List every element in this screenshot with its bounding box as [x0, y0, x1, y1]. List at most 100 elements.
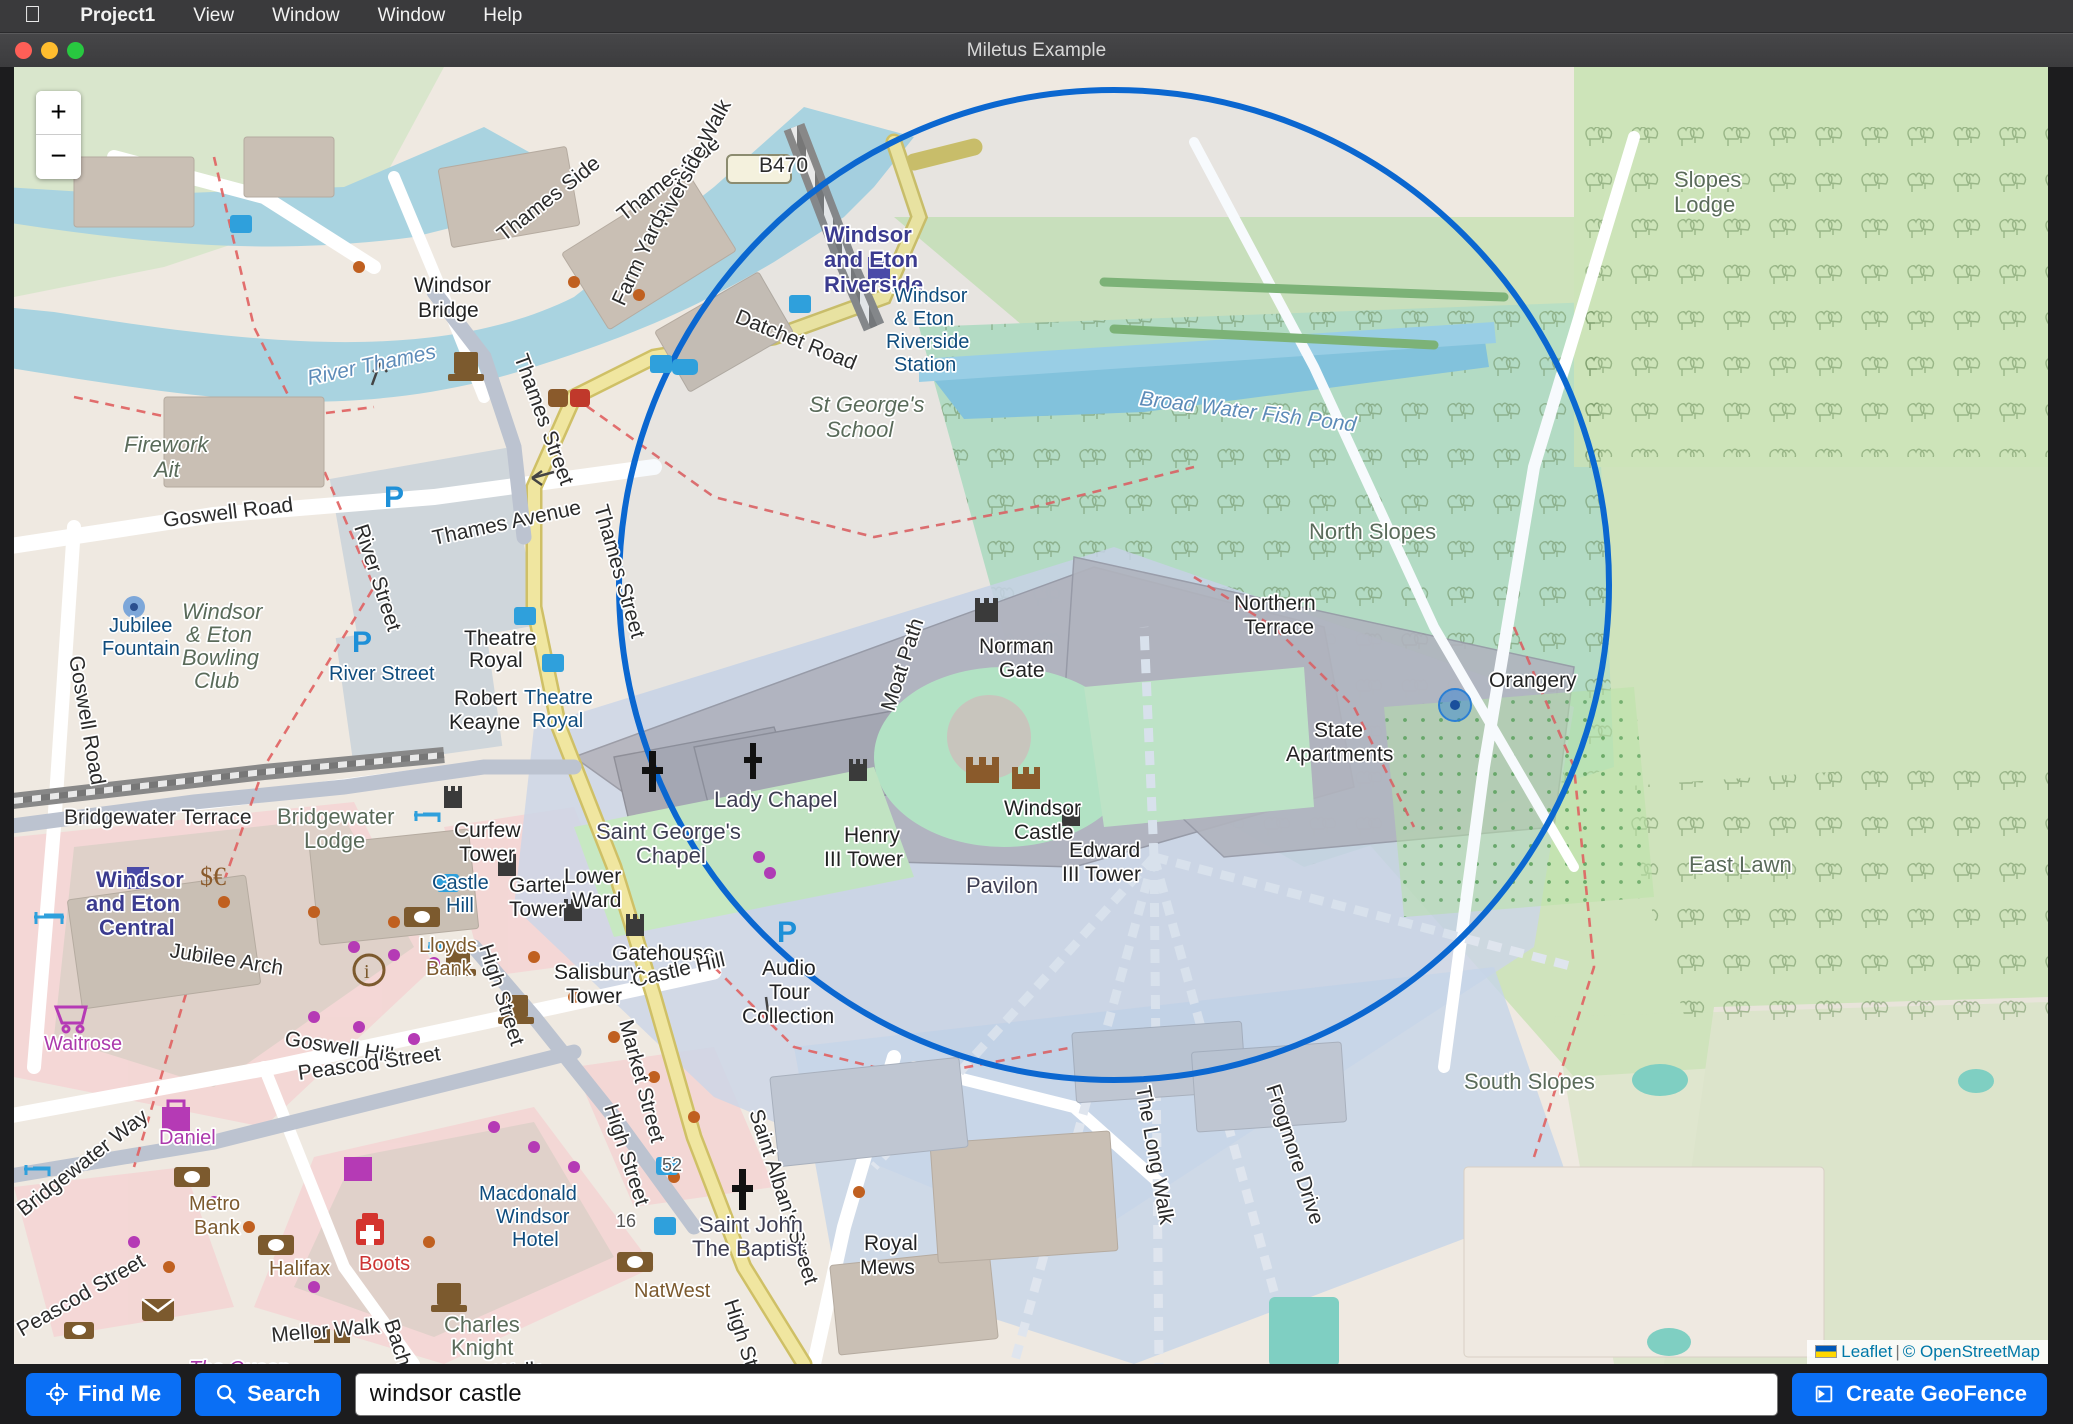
menu-item-window-1[interactable]: Window: [253, 5, 359, 27]
map-label: Saint John: [699, 1212, 803, 1237]
search-label: Search: [247, 1381, 321, 1406]
map-label: & Eton: [186, 622, 252, 647]
map-label: Terrace: [1244, 616, 1314, 639]
map-label: Hill: [446, 895, 474, 917]
map-label: III Tower: [824, 848, 903, 871]
traffic-lights: [0, 42, 84, 59]
app-window: Miletus Example P P P i $€ B470 Slopes L…: [0, 33, 2073, 1424]
map-label: Daniel: [159, 1127, 216, 1149]
map-label: Central: [99, 915, 175, 940]
bottom-toolbar: Find Me Search Create GeoFence: [0, 1364, 2073, 1424]
map-label: Lady Chapel: [714, 787, 838, 812]
map-label: Riverside: [886, 331, 969, 353]
map-label: Thames Side: [493, 152, 605, 246]
map-label: Saint George's: [596, 819, 741, 844]
map-label: Fountain: [102, 638, 180, 660]
search-icon: [217, 1385, 236, 1404]
map-label: Orangery: [1489, 669, 1577, 692]
zoom-out-button[interactable]: −: [36, 135, 81, 179]
map-label: Windsor: [824, 222, 912, 247]
map-label: Club: [194, 668, 239, 693]
map-label: Gate: [999, 659, 1045, 682]
map-label: The Long Walk: [1131, 1084, 1178, 1227]
map-label: Windsor: [182, 599, 264, 624]
map-label: Norman: [979, 635, 1054, 658]
map-label: Lodge: [304, 828, 365, 853]
map-label: Curfew: [454, 819, 521, 842]
openstreetmap-link[interactable]: © OpenStreetMap: [1903, 1342, 2040, 1361]
map-label: Halifax: [269, 1258, 330, 1280]
map-label: Goswell Road: [162, 493, 295, 532]
map-label: Boots: [359, 1253, 410, 1275]
map-label: Tour: [769, 981, 810, 1004]
map-label: East Lawn: [1689, 852, 1792, 877]
menu-item-project1[interactable]: Project1: [61, 5, 174, 27]
find-me-label: Find Me: [78, 1381, 162, 1406]
map-label: Firework: [124, 432, 209, 457]
map-label: Northern: [1234, 592, 1316, 615]
map-label: South Slopes: [1464, 1069, 1595, 1094]
map-label: North Slopes: [1309, 519, 1436, 544]
map-label: 52: [662, 1155, 682, 1175]
map-label: Bridgewater: [277, 804, 394, 829]
close-window-button[interactable]: [15, 42, 32, 59]
map-label: Tower: [459, 843, 515, 866]
map-label: Frogmore Drive: [1261, 1081, 1328, 1227]
find-me-button[interactable]: Find Me: [26, 1372, 182, 1416]
map-label: River Street: [349, 521, 405, 634]
map-label: The Baptist: [692, 1236, 803, 1261]
map-label: Bachelors Acre: [379, 1316, 445, 1364]
create-geofence-label: Create GeoFence: [1846, 1381, 2027, 1406]
search-input[interactable]: [354, 1372, 1779, 1416]
macos-menu-bar:  Project1 View Window Window Help: [0, 0, 2073, 33]
map-label: Mews: [860, 1256, 915, 1279]
map-label-layer: B470SlopesLodgeWindsorand EtonRiversideW…: [14, 93, 1793, 1364]
map-label: Castle: [1014, 821, 1074, 844]
map-label: Bowling: [182, 645, 260, 670]
map-label: Royal: [864, 1232, 918, 1255]
map-label: St George's: [809, 392, 924, 417]
map-label: High Street: [474, 941, 528, 1048]
map-label: Tower: [566, 985, 622, 1008]
maximize-window-button[interactable]: [67, 42, 84, 59]
geofence-icon: [1815, 1385, 1833, 1403]
map-label: Bank: [194, 1217, 241, 1239]
map-label: Theatre: [464, 627, 536, 650]
map-zoom-control[interactable]: + −: [36, 91, 81, 179]
map-label: Royal: [469, 649, 523, 672]
zoom-in-button[interactable]: +: [36, 91, 81, 135]
attribution-separator: |: [1895, 1342, 1900, 1361]
map-label: River Street: [329, 663, 435, 685]
map-label: River Thames: [305, 340, 438, 390]
map-attribution: Leaflet | © OpenStreetMap: [1807, 1340, 2048, 1364]
map-label: Hotel: [512, 1229, 559, 1251]
create-geofence-button[interactable]: Create GeoFence: [1792, 1372, 2047, 1416]
map-label: Metro: [189, 1193, 240, 1215]
map-label: Moat Path: [877, 615, 928, 713]
menu-item-window-2[interactable]: Window: [359, 5, 465, 27]
apple-logo-icon[interactable]: : [18, 2, 61, 30]
map-label: Theatre: [524, 687, 593, 709]
leaflet-link[interactable]: Leaflet: [1841, 1342, 1892, 1361]
map-label: Henry: [844, 824, 901, 847]
map-label: Windsor: [496, 1206, 570, 1228]
minimize-window-button[interactable]: [41, 42, 58, 59]
map-label: Charles: [444, 1312, 520, 1337]
map-label: Tower: [509, 898, 565, 921]
map-label: Chapel: [636, 843, 706, 868]
map-label: Collection: [742, 1005, 834, 1028]
map-label: State: [1314, 719, 1363, 742]
map-label: Lodge: [1674, 192, 1735, 217]
map-container[interactable]: PPP i $€ B470 Slopes Lodge Windsor and E…: [14, 67, 2048, 1364]
map-label: Ward: [572, 889, 621, 912]
search-button[interactable]: Search: [195, 1372, 341, 1416]
map-label: Thames Avenue: [430, 496, 583, 550]
window-title-bar[interactable]: Miletus Example: [0, 33, 2073, 67]
map-label: Station: [894, 354, 956, 376]
map-label: Bridge: [418, 299, 479, 322]
map-label: B470: [759, 154, 808, 177]
menu-item-help[interactable]: Help: [464, 5, 541, 27]
map-label: Bridgewater Way: [14, 1105, 153, 1221]
map-label: Mellor Walk: [270, 1315, 381, 1347]
menu-item-view[interactable]: View: [174, 5, 253, 27]
